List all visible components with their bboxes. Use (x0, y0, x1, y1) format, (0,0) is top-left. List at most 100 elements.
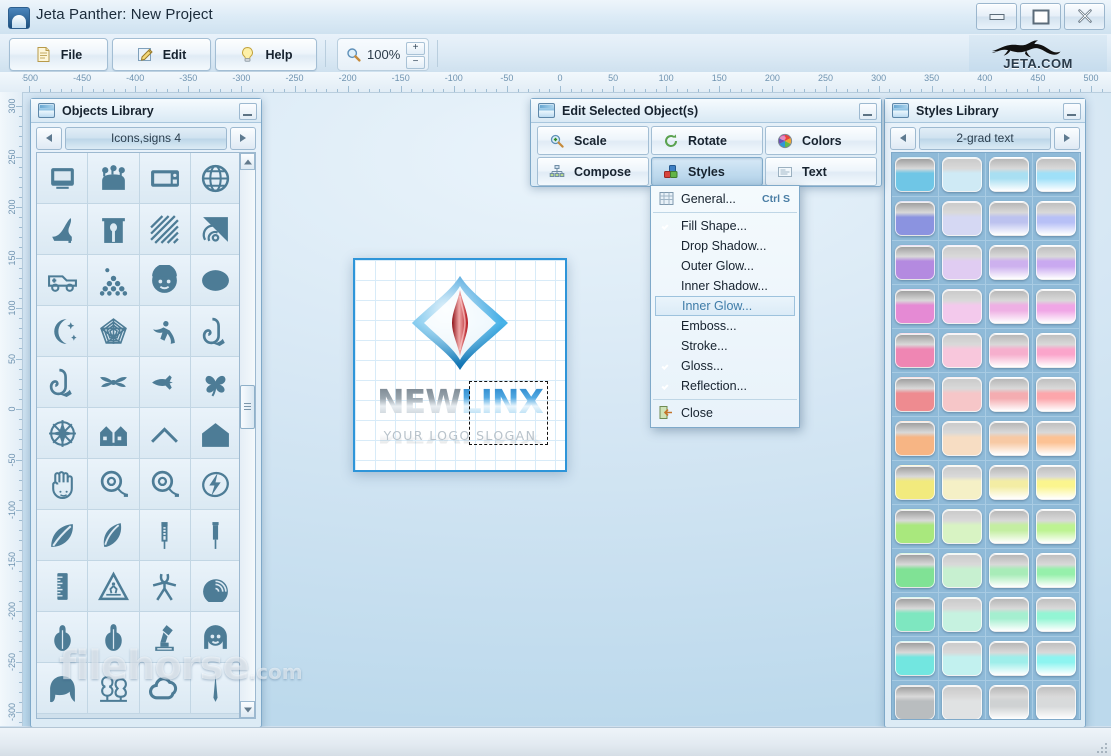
object-cell[interactable] (37, 408, 89, 459)
style-swatch-cell[interactable] (939, 505, 986, 549)
object-cell[interactable] (88, 663, 140, 714)
horizontal-ruler[interactable]: -500-450-400-350-300-250-200-150-100-500… (22, 72, 1111, 93)
style-swatch-cell[interactable] (939, 681, 986, 719)
style-swatch-cell[interactable] (986, 593, 1033, 637)
style-swatch-green[interactable] (1036, 553, 1076, 588)
style-swatch-periwinkle[interactable] (1036, 201, 1076, 236)
object-cell[interactable] (139, 153, 191, 204)
style-swatch-pink[interactable] (942, 333, 982, 368)
style-swatch-periwinkle[interactable] (895, 201, 935, 236)
style-swatch-cell[interactable] (986, 637, 1033, 681)
style-swatch-yellow[interactable] (942, 465, 982, 500)
compose-button[interactable]: Compose (537, 157, 649, 186)
style-swatch-lime[interactable] (1036, 509, 1076, 544)
objects-grid[interactable] (37, 153, 242, 714)
zoom-control[interactable]: 100% + − (337, 38, 429, 71)
style-swatch-cell[interactable] (1033, 505, 1080, 549)
style-swatch-turquoise[interactable] (1036, 641, 1076, 676)
object-cell[interactable] (190, 204, 242, 255)
menu-item-inner-glow[interactable]: Inner Glow... (655, 296, 795, 316)
style-swatch-cell[interactable] (986, 461, 1033, 505)
object-cell[interactable] (190, 255, 242, 306)
object-cell[interactable] (88, 357, 140, 408)
scroll-up-button[interactable] (240, 153, 255, 170)
object-cell[interactable] (139, 408, 191, 459)
style-swatch-peach[interactable] (895, 421, 935, 456)
object-cell[interactable] (37, 612, 89, 663)
object-cell[interactable] (37, 357, 89, 408)
style-swatch-cyan-blue[interactable] (1036, 157, 1076, 192)
object-cell[interactable] (37, 663, 89, 714)
style-swatch-cell[interactable] (1033, 549, 1080, 593)
style-swatch-cell[interactable] (892, 197, 939, 241)
style-swatch-cell[interactable] (939, 197, 986, 241)
style-swatch-pink[interactable] (895, 333, 935, 368)
minimize-button[interactable] (976, 3, 1017, 30)
style-swatch-yellow[interactable] (895, 465, 935, 500)
style-swatch-cell[interactable] (1033, 153, 1080, 197)
style-swatch-cell[interactable] (986, 197, 1033, 241)
text-button[interactable]: Text (765, 157, 877, 186)
style-swatch-grey[interactable] (989, 685, 1029, 719)
style-swatch-cell[interactable] (892, 461, 939, 505)
style-swatch-cell[interactable] (986, 329, 1033, 373)
styles-dropdown-menu[interactable]: General... Ctrl S Fill Shape... Drop Shadow… (650, 185, 800, 428)
style-swatch-cyan-blue[interactable] (989, 157, 1029, 192)
resize-grip[interactable] (1095, 741, 1107, 753)
style-swatch-cell[interactable] (986, 505, 1033, 549)
vertical-ruler[interactable]: 300 250 200 150 100 50 0 -50 -100 -150 -200 -250 -30… (0, 92, 23, 726)
colors-button[interactable]: Colors (765, 126, 877, 155)
object-cell[interactable] (190, 561, 242, 612)
style-swatch-green[interactable] (942, 553, 982, 588)
style-swatch-cell[interactable] (892, 285, 939, 329)
style-swatch-cell[interactable] (892, 505, 939, 549)
objects-next-category-button[interactable] (230, 126, 256, 150)
style-swatch-periwinkle[interactable] (942, 201, 982, 236)
object-cell[interactable] (37, 459, 89, 510)
style-swatch-grey[interactable] (1036, 685, 1076, 719)
styles-category-label[interactable]: 2-grad text (919, 126, 1051, 150)
menu-item-close[interactable]: Close (651, 403, 799, 423)
menu-item-outer-glow[interactable]: Outer Glow... (651, 256, 799, 276)
style-swatch-green[interactable] (895, 553, 935, 588)
style-swatch-turquoise[interactable] (942, 641, 982, 676)
menu-item-emboss[interactable]: Emboss... (651, 316, 799, 336)
object-cell[interactable] (190, 357, 242, 408)
object-cell[interactable] (88, 459, 140, 510)
style-swatch-yellow[interactable] (989, 465, 1029, 500)
style-swatch-cell[interactable] (986, 373, 1033, 417)
object-cell[interactable] (190, 612, 242, 663)
style-swatch-cell[interactable] (986, 417, 1033, 461)
object-cell[interactable] (190, 408, 242, 459)
blue-diamond-red-flame-icon[interactable] (408, 272, 512, 387)
style-swatch-cell[interactable] (939, 329, 986, 373)
style-swatch-cell[interactable] (939, 549, 986, 593)
style-swatch-cell[interactable] (1033, 461, 1080, 505)
style-swatch-cell[interactable] (1033, 197, 1080, 241)
objects-category-label[interactable]: Icons,signs 4 (65, 126, 227, 150)
style-swatch-cell[interactable] (1033, 373, 1080, 417)
object-cell[interactable] (88, 306, 140, 357)
style-swatch-cell[interactable] (892, 153, 939, 197)
style-swatch-cell[interactable] (892, 637, 939, 681)
style-swatch-pink[interactable] (1036, 333, 1076, 368)
object-cell[interactable] (37, 153, 89, 204)
object-cell[interactable] (88, 204, 140, 255)
style-swatch-cell[interactable] (939, 241, 986, 285)
canvas-sheet[interactable]: NEWLINX NEWLINX YOUR LOGO SLOGAN (353, 258, 567, 472)
object-cell[interactable] (88, 510, 140, 561)
menu-item-inner-shadow[interactable]: Inner Shadow... (651, 276, 799, 296)
menu-item-general[interactable]: General... Ctrl S (651, 189, 799, 209)
style-swatch-cell[interactable] (986, 153, 1033, 197)
style-swatch-lime[interactable] (895, 509, 935, 544)
object-cell[interactable] (88, 561, 140, 612)
object-cell[interactable] (139, 204, 191, 255)
scale-button[interactable]: Scale (537, 126, 649, 155)
style-swatch-cyan-blue[interactable] (942, 157, 982, 192)
style-swatch-aqua-green[interactable] (942, 597, 982, 632)
style-swatch-cell[interactable] (892, 593, 939, 637)
object-cell[interactable] (37, 510, 89, 561)
object-cell[interactable] (139, 510, 191, 561)
style-swatch-rose[interactable] (1036, 377, 1076, 412)
style-swatch-turquoise[interactable] (895, 641, 935, 676)
